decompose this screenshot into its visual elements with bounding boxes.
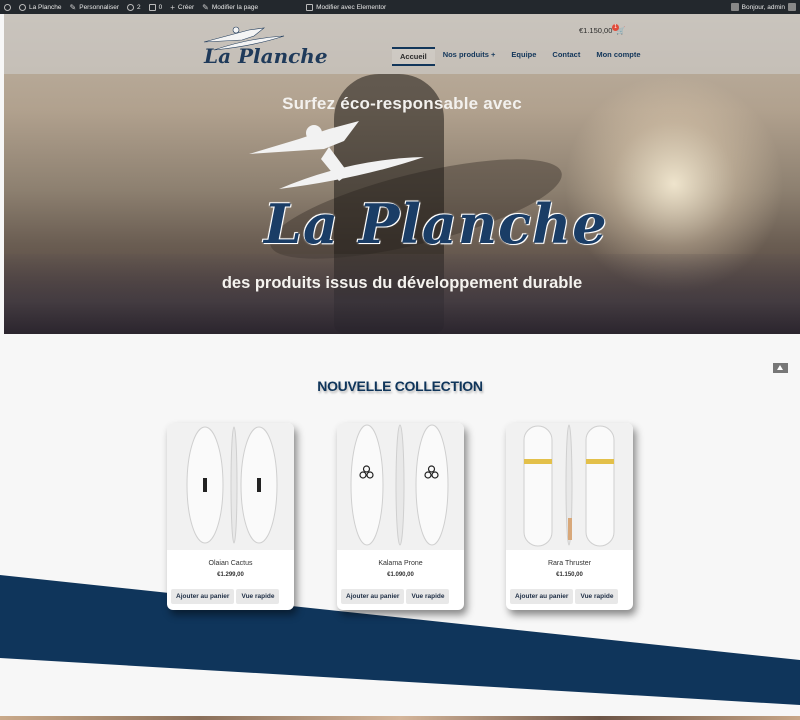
menu-item-accueil[interactable]: Accueil <box>392 47 435 66</box>
hero-banner: La Planche €1.150,00 🛒 1 Accueil Nos pro… <box>4 14 800 334</box>
site-header: La Planche €1.150,00 🛒 1 Accueil Nos pro… <box>4 14 800 74</box>
admin-updates-link[interactable]: 2 <box>123 0 145 14</box>
next-section-preview <box>0 716 800 720</box>
main-menu: Accueil Nos produits + Equipe Contact Mo… <box>392 47 649 66</box>
product-card[interactable]: Kalama Prone €1.090,00 Ajouter au panier… <box>337 423 464 610</box>
product-actions: Ajouter au panier Vue rapide <box>510 589 619 604</box>
menu-item-mon-compte[interactable]: Mon compte <box>588 47 648 66</box>
quick-view-button[interactable]: Vue rapide <box>406 589 450 604</box>
product-price: €1.299,00 <box>217 572 244 578</box>
pencil-icon: ✎ <box>202 2 209 12</box>
product-image[interactable] <box>506 423 633 550</box>
quick-view-button[interactable]: Vue rapide <box>575 589 619 604</box>
product-price: €1.090,00 <box>387 572 414 578</box>
sea-waves <box>4 254 800 334</box>
cart-count-badge: 1 <box>612 24 619 31</box>
elementor-icon <box>306 3 314 11</box>
product-actions: Ajouter au panier Vue rapide <box>171 589 280 604</box>
add-to-cart-button[interactable]: Ajouter au panier <box>171 589 235 604</box>
avatar <box>730 3 739 11</box>
site-logo[interactable]: La Planche <box>204 44 328 68</box>
admin-customize-link[interactable]: ✎ Personnaliser <box>66 0 123 14</box>
product-name[interactable]: Rara Thruster <box>506 560 633 567</box>
product-name[interactable]: Kalama Prone <box>337 560 464 567</box>
user-avatar-icon <box>788 3 796 11</box>
add-to-cart-button[interactable]: Ajouter au panier <box>510 589 574 604</box>
hero-brand-logo: La Planche <box>264 192 608 256</box>
product-card[interactable]: Rara Thruster €1.150,00 Ajouter au panie… <box>506 423 633 610</box>
admin-spacer <box>262 0 302 14</box>
admin-edit-page-link[interactable]: ✎ Modifier la page <box>198 0 262 14</box>
product-image[interactable] <box>167 423 294 550</box>
quick-view-button[interactable]: Vue rapide <box>236 589 280 604</box>
product-image[interactable] <box>337 423 464 550</box>
comment-icon <box>148 3 156 11</box>
product-actions: Ajouter au panier Vue rapide <box>341 589 450 604</box>
add-to-cart-button[interactable]: Ajouter au panier <box>341 589 405 604</box>
hero-heading: Surfez éco-responsable avec <box>282 94 522 113</box>
cart-total: €1.150,00 <box>579 26 613 35</box>
admin-account[interactable]: Bonjour, admin <box>730 3 800 11</box>
product-name[interactable]: Olaian Cactus <box>167 560 294 567</box>
product-price: €1.150,00 <box>556 572 583 578</box>
menu-item-contact[interactable]: Contact <box>544 47 588 66</box>
menu-item-equipe[interactable]: Equipe <box>503 47 544 66</box>
admin-elementor-link[interactable]: Modifier avec Elementor <box>302 0 390 14</box>
wordpress-logo-icon[interactable] <box>0 0 15 14</box>
product-card[interactable]: Olaian Cactus €1.299,00 Ajouter au panie… <box>167 423 294 610</box>
updates-icon <box>126 3 134 11</box>
brush-icon: ✎ <box>69 2 77 12</box>
admin-new-link[interactable]: + Créer <box>166 0 198 14</box>
admin-site-link[interactable]: La Planche <box>15 0 66 14</box>
hero-subheading: des produits issus du développement dura… <box>221 274 583 292</box>
admin-comments-link[interactable]: 0 <box>145 0 167 14</box>
menu-item-nos-produits[interactable]: Nos produits + <box>435 47 504 66</box>
plus-icon: + <box>170 2 175 12</box>
scroll-to-top-button[interactable] <box>773 363 788 373</box>
home-icon <box>19 3 26 11</box>
section-title: NOUVELLE COLLECTION <box>317 378 483 394</box>
admin-bar: La Planche ✎ Personnaliser 2 0 + Créer ✎ Mo… <box>0 0 800 14</box>
